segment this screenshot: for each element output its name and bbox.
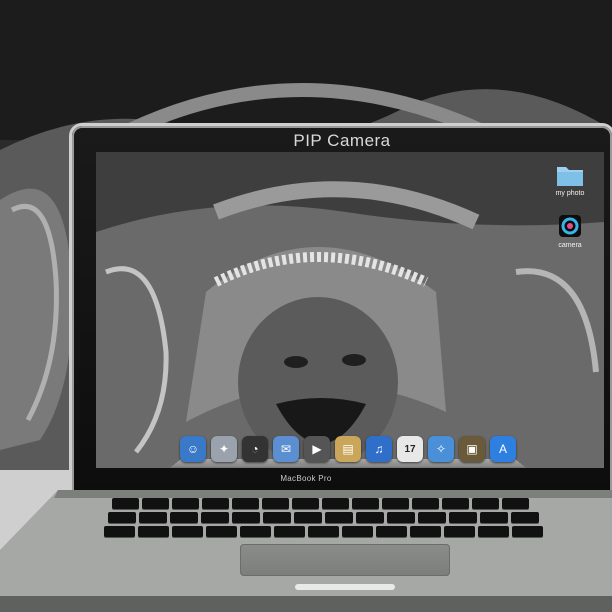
video-icon[interactable]: ▶ bbox=[304, 436, 330, 462]
mail-icon[interactable]: ✉ bbox=[273, 436, 299, 462]
desktop-icon-camera[interactable]: camera bbox=[548, 214, 592, 249]
laptop-screen bbox=[96, 152, 604, 468]
keyboard-key[interactable] bbox=[356, 512, 384, 523]
music-icon[interactable]: ♫ bbox=[366, 436, 392, 462]
desktop-icon-label: my photo bbox=[555, 190, 585, 197]
finder-icon[interactable]: ☺ bbox=[180, 436, 206, 462]
keyboard-row bbox=[104, 526, 543, 537]
keyboard-key[interactable] bbox=[387, 512, 415, 523]
keyboard-key[interactable] bbox=[104, 526, 135, 537]
keyboard-key[interactable] bbox=[108, 512, 136, 523]
keyboard-key[interactable] bbox=[170, 512, 198, 523]
folder-icon bbox=[555, 162, 585, 188]
keyboard-key[interactable] bbox=[232, 512, 260, 523]
keyboard-key[interactable] bbox=[478, 526, 509, 537]
keyboard-key[interactable] bbox=[449, 512, 477, 523]
keyboard-key[interactable] bbox=[292, 498, 319, 509]
keyboard-key[interactable] bbox=[232, 498, 259, 509]
keyboard-key[interactable] bbox=[325, 512, 353, 523]
keyboard-key[interactable] bbox=[172, 498, 199, 509]
keyboard-key[interactable] bbox=[480, 512, 508, 523]
keyboard-key[interactable] bbox=[442, 498, 469, 509]
keyboard-key[interactable] bbox=[382, 498, 409, 509]
app-title: PIP Camera bbox=[293, 131, 391, 150]
compass-icon[interactable]: ✧ bbox=[428, 436, 454, 462]
keyboard-row bbox=[108, 512, 539, 523]
calendar-icon[interactable]: 17 bbox=[397, 436, 423, 462]
keyboard-key[interactable] bbox=[294, 512, 322, 523]
keyboard-key[interactable] bbox=[308, 526, 339, 537]
trackpad[interactable] bbox=[240, 544, 450, 576]
rocket-icon[interactable]: ✦ bbox=[211, 436, 237, 462]
screen-photo bbox=[96, 152, 604, 468]
desktop-icon-label: camera bbox=[558, 242, 582, 249]
keyboard-key[interactable] bbox=[263, 512, 291, 523]
keyboard-key[interactable] bbox=[201, 512, 229, 523]
camera-app-icon bbox=[555, 214, 585, 240]
keyboard-key[interactable] bbox=[502, 498, 529, 509]
keyboard-key[interactable] bbox=[138, 526, 169, 537]
keyboard-key[interactable] bbox=[511, 512, 539, 523]
keyboard-key[interactable] bbox=[418, 512, 446, 523]
keyboard-key[interactable] bbox=[472, 498, 499, 509]
keyboard-key[interactable] bbox=[376, 526, 407, 537]
keyboard-key[interactable] bbox=[342, 526, 373, 537]
keyboard-key[interactable] bbox=[142, 498, 169, 509]
keyboard-key[interactable] bbox=[172, 526, 203, 537]
keyboard-key[interactable] bbox=[412, 498, 439, 509]
keyboard-row bbox=[112, 498, 529, 509]
keyboard-key[interactable] bbox=[202, 498, 229, 509]
keyboard-key[interactable] bbox=[274, 526, 305, 537]
desktop-icon-my-photo[interactable]: my photo bbox=[548, 162, 592, 197]
keyboard-key[interactable] bbox=[444, 526, 475, 537]
photo-icon[interactable]: ▣ bbox=[459, 436, 485, 462]
keyboard-key[interactable] bbox=[410, 526, 441, 537]
keyboard-key[interactable] bbox=[240, 526, 271, 537]
keyboard-key[interactable] bbox=[262, 498, 289, 509]
book-icon[interactable]: ▤ bbox=[335, 436, 361, 462]
keyboard-key[interactable] bbox=[139, 512, 167, 523]
keyboard-key[interactable] bbox=[206, 526, 237, 537]
front-latch bbox=[295, 584, 395, 590]
keyboard-key[interactable] bbox=[112, 498, 139, 509]
appstore-icon[interactable]: A bbox=[490, 436, 516, 462]
gauge-icon[interactable]: ◔ bbox=[242, 436, 268, 462]
keyboard-key[interactable] bbox=[512, 526, 543, 537]
dock: ☺ ✦ ◔ ✉ ▶ ▤ ♫ 17 ✧ ▣ A bbox=[170, 434, 526, 468]
keyboard-key[interactable] bbox=[322, 498, 349, 509]
model-label: MacBook Pro bbox=[280, 474, 332, 483]
keyboard-key[interactable] bbox=[352, 498, 379, 509]
